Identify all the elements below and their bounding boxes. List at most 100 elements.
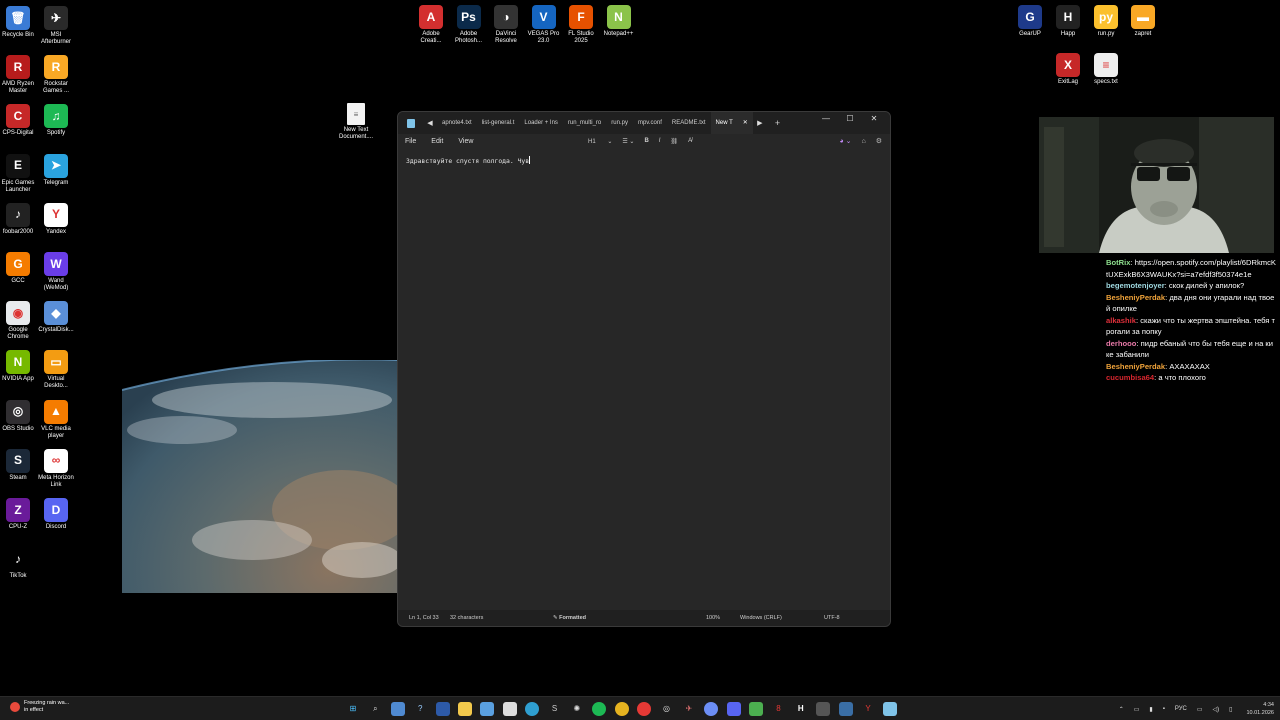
close-tab-icon[interactable]: ✕: [737, 112, 753, 134]
chat-username[interactable]: BotRix: [1106, 258, 1130, 267]
desktop-icon[interactable]: ◎ OBS Studio: [0, 399, 38, 433]
maximize-button[interactable]: ☐: [838, 112, 862, 126]
desktop-icon[interactable]: G GCC: [0, 252, 38, 285]
notepad-taskbar-icon[interactable]: [883, 702, 898, 716]
tab[interactable]: New T: [710, 112, 738, 134]
chat-username[interactable]: BesheniyPerdak: [1106, 293, 1165, 302]
battery-icon[interactable]: ▯: [1229, 706, 1232, 713]
network-icon[interactable]: ▭: [1197, 706, 1203, 713]
desktop-icon[interactable]: C CPS-Digital: [0, 104, 38, 137]
language-indicator[interactable]: РУС: [1175, 706, 1187, 712]
link-button[interactable]: ⛓: [670, 138, 678, 145]
tab[interactable]: mpv.conf: [633, 112, 667, 134]
desktop-icon[interactable]: S Steam: [0, 448, 38, 482]
edge-icon[interactable]: [525, 702, 540, 716]
chat-username[interactable]: derhooo: [1106, 339, 1136, 348]
desktop-icon[interactable]: N Notepad++: [599, 5, 639, 38]
format-mode[interactable]: ✎ Formatted: [553, 615, 586, 621]
desktop-icon[interactable]: ♪ foobar2000: [0, 202, 38, 236]
weather-widget[interactable]: Freezing rain wa... in effect: [10, 700, 69, 714]
close-button[interactable]: ✕: [862, 112, 886, 126]
clear-format-button[interactable]: A̸: [688, 138, 692, 144]
account-icon[interactable]: ⌂: [861, 138, 865, 145]
desktop-icon[interactable]: ◆ CrystalDisk...: [36, 301, 76, 334]
tab[interactable]: run.py: [606, 112, 633, 134]
menu-edit[interactable]: Edit: [431, 138, 443, 145]
copilot-icon[interactable]: ◕ ⌄: [839, 137, 851, 145]
terminal-taskbar-icon[interactable]: [816, 702, 831, 716]
chat-username[interactable]: cucumbisa64: [1106, 373, 1154, 382]
afterburner-taskbar-icon[interactable]: ✈: [682, 702, 696, 716]
line-endings[interactable]: Windows (CRLF): [740, 615, 782, 621]
chrome-taskbar-icon[interactable]: [614, 702, 629, 716]
start-icon[interactable]: ⊞: [346, 702, 360, 716]
chat-username[interactable]: BesheniyPerdak: [1106, 362, 1165, 371]
desktop-icon[interactable]: ♫ Spotify: [36, 104, 76, 137]
desktop-icon[interactable]: ◉ Google Chrome: [0, 301, 38, 341]
tray-app1-icon[interactable]: ▭: [1134, 706, 1140, 713]
desktop-icon[interactable]: ▭ Virtual Deskto...: [36, 350, 76, 390]
desktop-icon[interactable]: ➤ Telegram: [36, 153, 76, 187]
desktop-icon[interactable]: Ps Adobe Photosh...: [449, 5, 489, 45]
desktop-icon[interactable]: G GearUP: [1010, 5, 1050, 38]
minecraft-taskbar-icon[interactable]: [749, 702, 764, 716]
heading-dropdown[interactable]: H1 ⌄: [588, 138, 612, 145]
clock[interactable]: 4:34 10.01.2026: [1246, 701, 1274, 717]
tab[interactable]: run_multi_ro: [563, 112, 606, 134]
desktop-icon[interactable]: ∞ Meta Horizon Link: [36, 448, 76, 489]
chatgpt-icon[interactable]: ✺: [570, 702, 584, 716]
encoding[interactable]: UTF-8: [824, 615, 840, 621]
desktop-icon-new-text-document[interactable]: ≡ New Text Document....: [336, 103, 376, 141]
menu-file[interactable]: File: [405, 138, 416, 145]
tab[interactable]: README.txt: [667, 112, 711, 134]
bold-button[interactable]: B: [644, 138, 648, 144]
menu-view[interactable]: View: [458, 138, 473, 145]
desktop-icon[interactable]: Y Yandex: [36, 202, 76, 236]
discord-taskbar-icon[interactable]: [726, 702, 741, 716]
desktop-icon[interactable]: R Rockstar Games ...: [36, 55, 76, 95]
network-taskbar-icon[interactable]: [704, 702, 719, 716]
tab[interactable]: list-general.t: [477, 112, 520, 134]
list-dropdown[interactable]: ☰ ⌄: [622, 138, 634, 145]
desktop-icon[interactable]: ▲ VLC media player: [36, 399, 76, 440]
settings-icon[interactable]: ⚙: [876, 137, 882, 145]
desktop-icon[interactable]: ◑ DaVinci Resolve: [486, 5, 526, 45]
scroll-tabs-left-button[interactable]: ◀: [423, 119, 437, 127]
monitor-taskbar-icon[interactable]: [838, 702, 853, 716]
new-tab-button[interactable]: +: [775, 118, 780, 128]
desktop-icon[interactable]: Z CPU-Z: [0, 498, 38, 531]
desktop-icon[interactable]: F FL Studio 2025: [561, 5, 601, 45]
search-icon[interactable]: ⌕: [368, 702, 382, 716]
desktop-icon[interactable]: X ExitLag: [1048, 53, 1088, 86]
chat-username[interactable]: alkashik: [1106, 316, 1136, 325]
tab[interactable]: apnote4.txt: [437, 112, 477, 134]
minimize-button[interactable]: —: [814, 112, 838, 126]
desktop-icon[interactable]: ≡ specs.txt: [1086, 53, 1126, 86]
desktop-icon[interactable]: 🗑 Recycle Bin: [0, 6, 38, 39]
tray-app2-icon[interactable]: ▮: [1149, 706, 1152, 713]
gearup-taskbar-icon[interactable]: ?: [413, 702, 427, 716]
obs-taskbar-icon[interactable]: ◎: [659, 702, 673, 716]
desktop-icon[interactable]: py run.py: [1086, 5, 1126, 38]
desktop-icon[interactable]: E Epic Games Launcher: [0, 153, 38, 194]
desktop-icon[interactable]: ✈ MSI Afterburner: [36, 6, 76, 46]
spotify-taskbar-icon[interactable]: [592, 702, 607, 716]
powershell-icon[interactable]: [435, 702, 450, 716]
happ-taskbar-icon[interactable]: H: [794, 702, 808, 716]
zoom-level[interactable]: 100%: [706, 615, 720, 621]
task-view-icon[interactable]: [390, 702, 405, 716]
desktop-icon[interactable]: H Happ: [1048, 5, 1088, 38]
tab[interactable]: Loader + Ins: [519, 112, 563, 134]
desktop-icon[interactable]: V VEGAS Pro 23.0: [524, 5, 564, 45]
desktop-icon[interactable]: ♪ TikTok: [0, 547, 38, 580]
calendar-icon[interactable]: [502, 702, 517, 716]
steam-taskbar-icon[interactable]: S: [548, 702, 562, 716]
desktop-icon[interactable]: A Adobe Creati...: [411, 5, 451, 45]
notepad-window[interactable]: ◀ apnote4.txt list-general.t Loader + Ins r…: [397, 111, 891, 627]
chat-username[interactable]: begemotenjoyer: [1106, 281, 1165, 290]
desktop-icon[interactable]: D Discord: [36, 498, 76, 531]
file-explorer-icon[interactable]: [457, 702, 472, 716]
desktop-icon[interactable]: W Wand (WeMod): [36, 252, 76, 292]
tray-app3-icon[interactable]: ▪: [1163, 706, 1165, 712]
italic-button[interactable]: I: [659, 138, 661, 144]
